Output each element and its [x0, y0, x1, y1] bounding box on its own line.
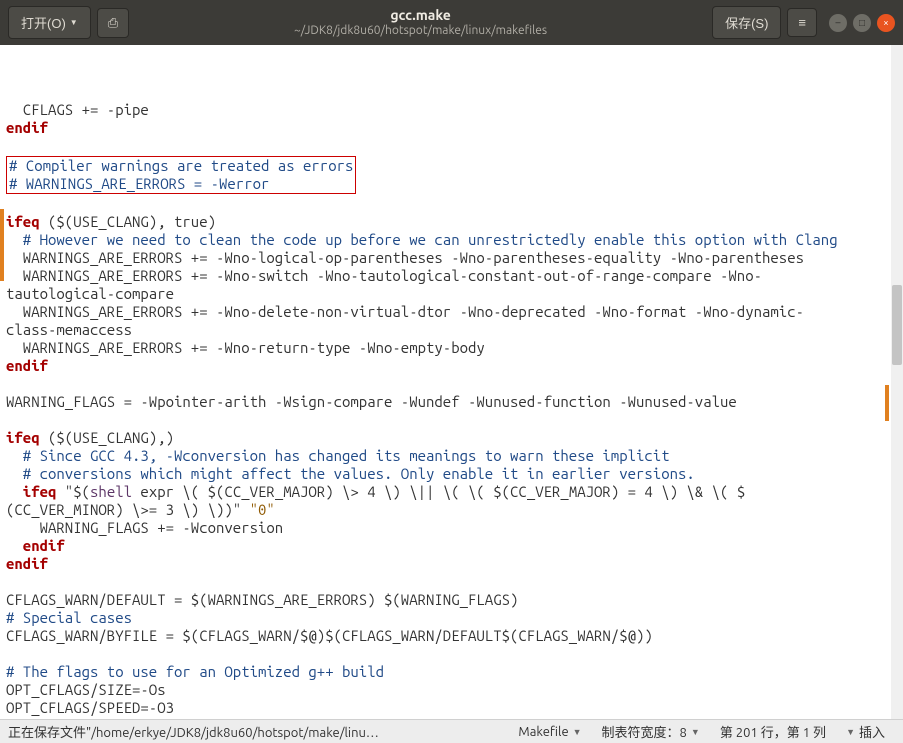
code-comment: # Since GCC 4.3, -Wconversion has change… [6, 447, 670, 464]
code-line: WARNING_FLAGS = -Wpointer-arith -Wsign-c… [6, 393, 737, 410]
code-keyword: endif [6, 537, 65, 554]
code-keyword: endif [6, 119, 48, 136]
code-comment: # Compiler warnings are treated as error… [9, 157, 353, 174]
code-func: shell [90, 483, 132, 500]
open-button[interactable]: 打开(O) ▼ [8, 6, 91, 39]
chevron-down-icon: ▼ [70, 18, 78, 27]
code-comment: # conversions which might affect the val… [6, 465, 695, 482]
position-label: 第 201 行，第 1 列 [720, 722, 826, 741]
window-title: gcc.make [135, 7, 706, 24]
maximize-button[interactable]: □ [853, 14, 871, 32]
code-keyword: endif [6, 555, 48, 572]
code-line: class-memaccess [6, 321, 132, 338]
titlebar: 打开(O) ▼ ⎙ gcc.make ~/JDK8/jdk8u60/hotspo… [0, 0, 903, 45]
code-text: "$( [56, 483, 90, 500]
chevron-down-icon: ▼ [691, 727, 700, 737]
status-message: 正在保存文件"/home/erkye/JDK8/jdk8u60/hotspot/… [8, 722, 508, 741]
save-button[interactable]: 保存(S) [712, 6, 781, 39]
code-line: CFLAGS_WARN/DEFAULT = $(WARNINGS_ARE_ERR… [6, 591, 518, 608]
insert-mode[interactable]: ▼ 插入 [836, 722, 895, 741]
code-line: WARNINGS_ARE_ERRORS += -Wno-return-type … [6, 339, 485, 356]
change-marker-right [885, 385, 889, 421]
scrollbar-thumb[interactable] [892, 285, 902, 365]
vertical-scrollbar[interactable] [891, 45, 903, 719]
code-line: OPT_CFLAGS/SIZE=-Os [6, 681, 166, 698]
code-comment: # Special cases [6, 609, 132, 626]
code-keyword: ifeq [6, 213, 40, 230]
code-text: ($(USE_CLANG), true) [40, 213, 216, 230]
code-line: CFLAGS += -pipe [6, 101, 149, 118]
filetype-label: Makefile [518, 725, 568, 739]
new-tab-button[interactable]: ⎙ [97, 8, 129, 38]
code-comment: # The flags to use for an Optimized g++ … [6, 663, 384, 680]
code-line: WARNINGS_ARE_ERRORS += -Wno-delete-non-v… [6, 303, 804, 320]
hamburger-icon: ≡ [798, 15, 806, 30]
mode-label: 插入 [859, 722, 885, 741]
code-keyword: ifeq [6, 483, 56, 500]
open-label: 打开(O) [21, 13, 66, 32]
code-keyword: ifeq [6, 429, 40, 446]
code-line: OPT_CFLAGS/SPEED=-O3 [6, 699, 174, 716]
window-subtitle: ~/JDK8/jdk8u60/hotspot/make/linux/makefi… [135, 24, 706, 38]
code-comment: # WARNINGS_ARE_ERRORS = -Werror [9, 175, 269, 192]
highlight-box: # Compiler warnings are treated as error… [6, 156, 356, 194]
code-line: WARNING_FLAGS += -Wconversion [6, 519, 283, 536]
save-label: 保存(S) [725, 13, 768, 32]
title-group: gcc.make ~/JDK8/jdk8u60/hotspot/make/lin… [135, 7, 706, 38]
chevron-down-icon: ▼ [846, 727, 855, 737]
cursor-position: 第 201 行，第 1 列 [710, 722, 836, 741]
code-editor[interactable]: CFLAGS += -pipe endif # Compiler warning… [0, 45, 903, 719]
code-text: ($(USE_CLANG),) [40, 429, 174, 446]
code-line: CFLAGS_WARN/BYFILE = $(CFLAGS_WARN/$@)$(… [6, 627, 653, 644]
code-line: WARNINGS_ARE_ERRORS += -Wno-logical-op-p… [6, 249, 804, 266]
code-line: (CC_VER_MINOR) \>= 3 \) \))" [6, 501, 250, 518]
statusbar: 正在保存文件"/home/erkye/JDK8/jdk8u60/hotspot/… [0, 719, 903, 743]
hamburger-menu-button[interactable]: ≡ [787, 8, 817, 37]
tabwidth-selector[interactable]: 制表符宽度：8 ▼ [592, 722, 710, 741]
new-tab-icon: ⎙ [108, 15, 118, 31]
code-string: "0" [250, 501, 275, 518]
code-line: WARNINGS_ARE_ERRORS += -Wno-switch -Wno-… [6, 267, 762, 284]
change-marker-left [0, 209, 4, 281]
tabwidth-label: 制表符宽度：8 [602, 722, 687, 741]
code-comment: # However we need to clean the code up b… [6, 231, 838, 248]
window-controls: – □ × [829, 14, 895, 32]
close-button[interactable]: × [877, 14, 895, 32]
code-line: tautological-compare [6, 285, 174, 302]
filetype-selector[interactable]: Makefile ▼ [508, 725, 591, 739]
code-text: expr \( $(CC_VER_MAJOR) \> 4 \) \|| \( \… [132, 483, 745, 500]
minimize-button[interactable]: – [829, 14, 847, 32]
code-keyword: endif [6, 357, 48, 374]
chevron-down-icon: ▼ [573, 727, 582, 737]
